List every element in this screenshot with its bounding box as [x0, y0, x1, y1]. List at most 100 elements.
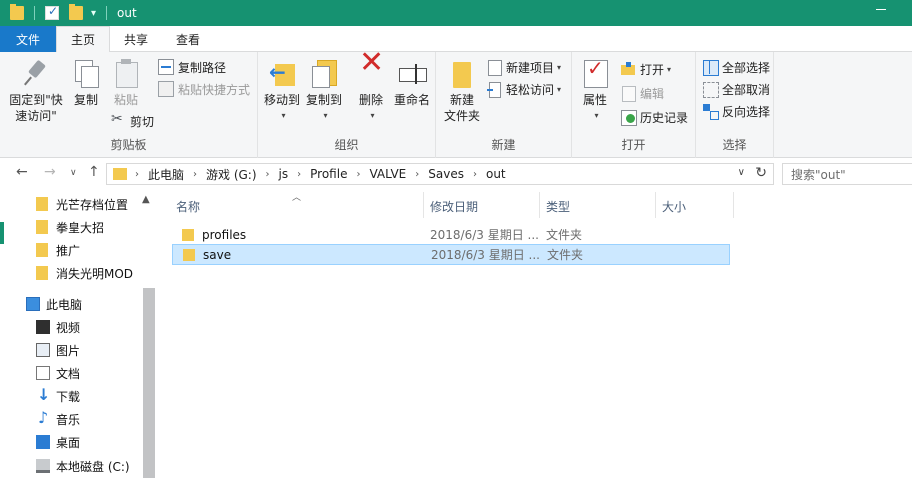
breadcrumb-separator-icon[interactable]: › — [135, 169, 139, 180]
rename-button[interactable]: 重命名 — [392, 58, 432, 108]
nav-item-label: 下载 — [56, 389, 81, 404]
properties-button[interactable]: 属性 ▾ — [578, 58, 612, 124]
rename-label: 重命名 — [393, 93, 430, 107]
nav-item-music[interactable]: 音乐 — [36, 408, 80, 429]
tab-share[interactable]: 共享 — [110, 26, 162, 52]
column-header-name[interactable]: 名称 — [176, 198, 200, 215]
nav-item-local-disk[interactable]: 本地磁盘 (C:) — [36, 456, 130, 476]
copy-to-label: 复制到 — [305, 93, 342, 107]
nav-item-videos[interactable]: 视频 — [36, 317, 80, 337]
table-row-selected[interactable]: save 2018/6/3 星期日 ... 文件夹 — [172, 244, 730, 265]
chevron-down-icon: ▾ — [557, 62, 562, 72]
select-none-button[interactable]: 全部取消 — [702, 80, 770, 98]
breadcrumb-separator-icon[interactable]: › — [415, 169, 419, 180]
divider — [106, 6, 108, 20]
column-divider[interactable] — [539, 192, 540, 218]
properties-label: 属性 — [582, 93, 607, 107]
nav-item-quick[interactable]: 光芒存档位置 — [36, 194, 128, 214]
tab-home[interactable]: 主页 — [56, 26, 111, 53]
customize-quick-access-icon[interactable]: ▾ — [91, 8, 96, 19]
breadcrumb-item-current[interactable]: out — [486, 167, 506, 181]
file-name: profiles — [202, 227, 247, 242]
copy-to-button[interactable]: 复制到 ▾ — [304, 58, 344, 124]
move-to-button[interactable]: 移动到 ▾ — [262, 58, 302, 124]
nav-item-label: 此电脑 — [46, 297, 83, 312]
nav-item-quick[interactable]: 拳皇大招 — [36, 217, 104, 237]
breadcrumb-separator-icon[interactable]: › — [356, 169, 360, 180]
history-button[interactable]: 历史记录 — [620, 108, 688, 126]
open-button[interactable]: 打开 ▾ — [620, 60, 671, 78]
paste-shortcut-label: 粘贴快捷方式 — [178, 82, 251, 97]
chevron-down-icon[interactable]: ∨ — [738, 167, 745, 178]
delete-button[interactable]: 删除 ▾ — [356, 55, 386, 124]
nav-item-quick[interactable]: 推广 — [36, 240, 80, 260]
column-header-size[interactable]: 大小 — [662, 198, 686, 215]
select-all-button[interactable]: 全部选择 — [702, 58, 770, 76]
invert-selection-button[interactable]: 反向选择 — [702, 102, 770, 120]
scroll-up-arrow-icon[interactable]: ▲ — [142, 194, 150, 205]
chevron-down-icon: ▾ — [370, 111, 375, 120]
new-folder-label-line2: 文件夹 — [443, 109, 480, 123]
forward-arrow-icon[interactable]: → — [44, 164, 56, 180]
copy-path-button[interactable]: 复制路径 — [158, 58, 226, 76]
file-date: 2018/6/3 星期日 ... — [430, 228, 539, 242]
group-new: 新建 文件夹 新建项目 ▾ 轻松访问 ▾ 新建 — [436, 52, 572, 158]
recent-locations-chevron-icon[interactable]: ∨ — [70, 168, 77, 178]
copy-path-label: 复制路径 — [178, 60, 227, 75]
nav-item-desktop[interactable]: 桌面 — [36, 432, 80, 452]
nav-item-quick[interactable]: 消失光明MOD — [36, 263, 133, 283]
file-type: 文件夹 — [547, 248, 584, 262]
back-arrow-icon[interactable]: ← — [16, 164, 28, 180]
breadcrumb-separator-icon[interactable]: › — [297, 169, 301, 180]
download-icon — [36, 385, 50, 404]
new-item-button[interactable]: 新建项目 ▾ — [486, 58, 561, 76]
breadcrumb-item[interactable]: VALVE — [369, 167, 406, 181]
breadcrumb-item[interactable]: Profile — [310, 167, 347, 181]
open-label: 打开 — [640, 62, 665, 77]
file-list: ︿ 名称 修改日期 类型 大小 profiles 2018/6/3 星期日 ..… — [158, 190, 912, 486]
column-divider[interactable] — [423, 192, 424, 218]
table-row[interactable]: profiles 2018/6/3 星期日 ... 文件夹 — [172, 224, 730, 245]
folder-icon — [10, 4, 24, 20]
tab-file[interactable]: 文件 — [0, 26, 57, 52]
breadcrumb-item[interactable]: 游戏 (G:) — [206, 166, 257, 183]
breadcrumb-item[interactable]: 此电脑 — [148, 166, 184, 183]
paste-label: 粘贴 — [113, 93, 138, 107]
edit-button[interactable]: 编辑 — [620, 84, 664, 102]
tab-view[interactable]: 查看 — [162, 26, 214, 52]
cut-button[interactable]: 剪切 — [110, 111, 154, 130]
new-folder-quick-icon[interactable] — [69, 4, 83, 20]
folder-icon — [36, 243, 48, 257]
breadcrumb-separator-icon[interactable]: › — [193, 169, 197, 180]
nav-item-downloads[interactable]: 下载 — [36, 385, 81, 406]
copy-icon — [71, 58, 101, 88]
breadcrumb-separator-icon[interactable]: › — [473, 169, 477, 180]
nav-item-documents[interactable]: 文档 — [36, 363, 80, 383]
address-row: ← → ∨ ↑ › 此电脑 › 游戏 (G:) › js › Profile ›… — [0, 158, 912, 190]
pin-to-quick-access-button[interactable]: 固定到"快 速访问" — [8, 58, 64, 124]
column-header-date[interactable]: 修改日期 — [430, 198, 478, 215]
group-label-select: 选择 — [722, 138, 747, 152]
nav-item-label: 光芒存档位置 — [56, 197, 129, 212]
copy-button[interactable]: 复制 — [70, 58, 102, 108]
up-arrow-icon[interactable]: ↑ — [88, 164, 100, 180]
easy-access-button[interactable]: 轻松访问 ▾ — [486, 80, 561, 98]
paste-button[interactable]: 粘贴 — [110, 58, 142, 108]
column-divider[interactable] — [655, 192, 656, 218]
paste-shortcut-button[interactable]: 粘贴快捷方式 — [158, 80, 250, 98]
refresh-icon[interactable]: ↻ — [755, 165, 767, 181]
minimize-button[interactable] — [876, 9, 886, 10]
nav-item-this-pc[interactable]: 此电脑 — [26, 294, 82, 314]
properties-quick-icon[interactable] — [45, 4, 59, 20]
nav-item-pictures[interactable]: 图片 — [36, 340, 80, 360]
scrollbar-thumb[interactable] — [143, 288, 155, 478]
group-label-open: 打开 — [621, 138, 646, 152]
breadcrumb-separator-icon[interactable]: › — [266, 169, 270, 180]
address-bar[interactable]: › 此电脑 › 游戏 (G:) › js › Profile › VALVE ›… — [106, 163, 774, 185]
breadcrumb-item[interactable]: js — [279, 167, 289, 181]
new-folder-button[interactable]: 新建 文件夹 — [442, 58, 482, 124]
search-input[interactable]: 搜索"out" — [782, 163, 912, 185]
breadcrumb-item[interactable]: Saves — [428, 167, 464, 181]
column-header-type[interactable]: 类型 — [546, 198, 570, 215]
column-divider[interactable] — [733, 192, 734, 218]
